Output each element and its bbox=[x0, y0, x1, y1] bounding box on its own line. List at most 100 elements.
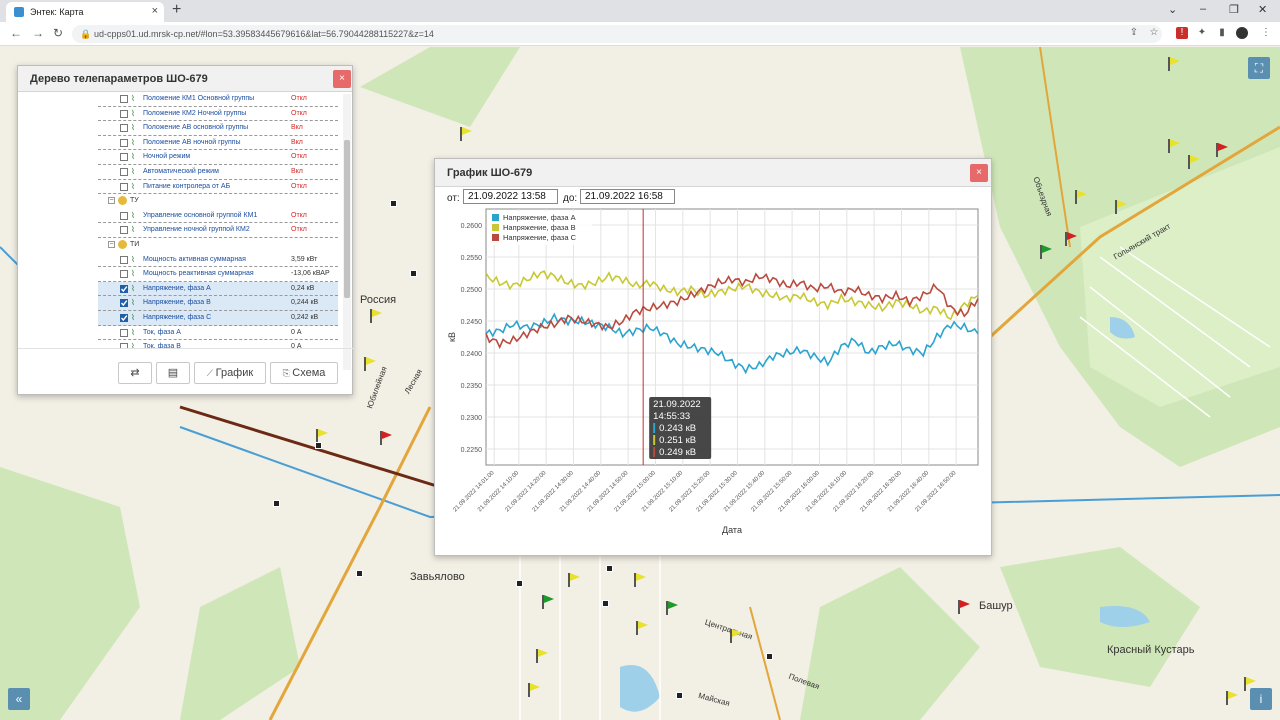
collapse-sidebar-button[interactable]: « bbox=[8, 688, 30, 710]
flag-yellow-icon[interactable] bbox=[1075, 190, 1087, 204]
tree-item-checkbox[interactable] bbox=[120, 328, 128, 337]
collapse-toggle-icon[interactable]: − bbox=[108, 240, 115, 248]
side-panel-icon[interactable]: ▮ bbox=[1216, 27, 1228, 39]
tree-item-checkbox[interactable] bbox=[120, 109, 128, 118]
substation-icon[interactable] bbox=[602, 600, 609, 607]
browser-tab[interactable]: Энтек: Карта × bbox=[6, 2, 164, 22]
tab-search-icon[interactable]: ⌄ bbox=[1168, 3, 1177, 16]
minimize-icon[interactable]: – bbox=[1200, 3, 1206, 15]
flag-yellow-icon[interactable] bbox=[460, 127, 472, 141]
forward-icon[interactable]: → bbox=[32, 26, 44, 40]
flag-yellow-icon[interactable] bbox=[364, 357, 376, 371]
chart-button[interactable]: ⟋ График bbox=[194, 362, 266, 384]
address-bar[interactable]: 🔒 ud-cpps01.ud.mrsk-cp.net/#lon=53.39583… bbox=[72, 25, 1162, 43]
print-button[interactable]: ▤ bbox=[156, 362, 190, 384]
tree-panel-header[interactable]: Дерево телепараметров ШО-679 bbox=[18, 66, 352, 92]
tree-item-checkbox[interactable] bbox=[120, 153, 128, 162]
tree-item[interactable]: ⌇ Мощность реактивная суммарная -13,06 кВА… bbox=[98, 267, 338, 282]
flag-green-icon[interactable] bbox=[666, 601, 678, 615]
flag-green-icon[interactable] bbox=[1040, 245, 1052, 259]
tree-item[interactable]: ⌇ Напряжение, фаза С 0,242 кВ bbox=[98, 310, 338, 326]
from-date-input[interactable]: 21.09.2022 13:58 bbox=[463, 189, 558, 204]
substation-icon[interactable] bbox=[516, 580, 523, 587]
tree-item[interactable]: ⌇ Автоматический режим Вкл bbox=[98, 165, 338, 180]
profile-avatar[interactable] bbox=[1236, 27, 1248, 39]
menu-dots-icon[interactable]: ⋮ bbox=[1260, 27, 1272, 39]
reload-icon[interactable]: ↻ bbox=[53, 26, 63, 40]
share-icon[interactable]: ⇪ bbox=[1128, 27, 1140, 39]
info-button[interactable]: i bbox=[1250, 688, 1272, 710]
substation-icon[interactable] bbox=[410, 270, 417, 277]
tree-scrollbar[interactable] bbox=[343, 94, 351, 370]
extensions-puzzle-icon[interactable]: ✦ bbox=[1196, 27, 1208, 39]
tree-item[interactable]: ⌇ Положение КМ2 Ночной группы Откл bbox=[98, 107, 338, 122]
tree-item[interactable]: ⌇ Управление основной группой КМ1 Откл bbox=[98, 209, 338, 224]
bookmark-star-icon[interactable]: ☆ bbox=[1148, 27, 1160, 39]
tree-item[interactable]: ⌇ Ночной режим Откл bbox=[98, 150, 338, 165]
flag-yellow-icon[interactable] bbox=[528, 683, 540, 697]
extension-badge-icon[interactable]: ! bbox=[1176, 27, 1188, 39]
substation-icon[interactable] bbox=[315, 442, 322, 449]
flag-yellow-icon[interactable] bbox=[316, 429, 328, 443]
tree-item[interactable]: ⌇ Положение АВ ночной группы Вкл bbox=[98, 136, 338, 151]
flag-red-icon[interactable] bbox=[1065, 232, 1077, 246]
tree-item-checkbox[interactable] bbox=[120, 226, 128, 235]
flag-yellow-icon[interactable] bbox=[730, 629, 742, 643]
substation-icon[interactable] bbox=[676, 692, 683, 699]
tree-panel-close-button[interactable]: × bbox=[333, 70, 351, 88]
tree-item-checkbox[interactable] bbox=[120, 167, 128, 176]
flag-yellow-icon[interactable] bbox=[636, 621, 648, 635]
flag-yellow-icon[interactable] bbox=[1168, 139, 1180, 153]
tree-item-checkbox[interactable] bbox=[120, 255, 128, 264]
tree-item-checkbox[interactable] bbox=[120, 124, 128, 133]
window-close-icon[interactable]: ✕ bbox=[1258, 3, 1267, 16]
flag-yellow-icon[interactable] bbox=[536, 649, 548, 663]
tree-item[interactable]: ⌇ Питание контролера от АБ Откл bbox=[98, 180, 338, 195]
tree-group[interactable]: − ТИ bbox=[98, 238, 338, 253]
new-tab-button[interactable]: + bbox=[172, 1, 181, 19]
tree-item[interactable]: ⌇ Управление ночной группой КМ2 Откл bbox=[98, 223, 338, 238]
tree-item[interactable]: ⌇ Положение АВ основной группы Вкл bbox=[98, 121, 338, 136]
tree-item-checkbox[interactable] bbox=[120, 270, 128, 279]
flag-yellow-icon[interactable] bbox=[568, 573, 580, 587]
substation-icon[interactable] bbox=[356, 570, 363, 577]
flag-red-icon[interactable] bbox=[958, 600, 970, 614]
substation-icon[interactable] bbox=[273, 500, 280, 507]
tree-item-checkbox[interactable] bbox=[120, 284, 128, 293]
tree-item[interactable]: ⌇ Положение КМ1 Основной группы Откл bbox=[98, 92, 338, 107]
chart-panel-header[interactable]: График ШО-679 bbox=[435, 159, 991, 187]
chart-panel-close-button[interactable]: × bbox=[970, 164, 988, 182]
back-icon[interactable]: ← bbox=[10, 26, 22, 40]
restore-icon[interactable]: ❐ bbox=[1229, 3, 1239, 16]
flag-yellow-icon[interactable] bbox=[370, 309, 382, 323]
voltage-chart[interactable]: 0.2250 0.2300 0.2350 0.2400 0.2450 0.2500 0.25… bbox=[435, 205, 991, 555]
flag-yellow-icon[interactable] bbox=[1168, 57, 1180, 71]
flag-red-icon[interactable] bbox=[1216, 143, 1228, 157]
substation-icon[interactable] bbox=[766, 653, 773, 660]
tree-item-checkbox[interactable] bbox=[120, 138, 128, 147]
tree-item[interactable]: ⌇ Ток, фаза А 0 А bbox=[98, 326, 338, 341]
flag-green-icon[interactable] bbox=[542, 595, 554, 609]
tree-scrollbar-thumb[interactable] bbox=[344, 140, 350, 298]
tree-item-checkbox[interactable] bbox=[120, 211, 128, 220]
flag-red-icon[interactable] bbox=[380, 431, 392, 445]
tab-close-icon[interactable]: × bbox=[152, 5, 158, 17]
tree-item[interactable]: ⌇ Напряжение, фаза В 0,244 кВ bbox=[98, 296, 338, 311]
substation-icon[interactable] bbox=[390, 200, 397, 207]
scheme-button[interactable]: ⎘ Схема bbox=[270, 362, 338, 384]
tree-item[interactable]: ⌇ Ток, фаза В0 А bbox=[98, 340, 338, 348]
tree-group[interactable]: − ТУ bbox=[98, 194, 338, 209]
flag-yellow-icon[interactable] bbox=[1115, 200, 1127, 214]
tree-item-checkbox[interactable] bbox=[120, 182, 128, 191]
refresh-button[interactable]: ⇄ bbox=[118, 362, 152, 384]
flag-yellow-icon[interactable] bbox=[634, 573, 646, 587]
substation-icon[interactable] bbox=[606, 565, 613, 572]
tree-item[interactable]: ⌇ Напряжение, фаза А 0,24 кВ bbox=[98, 281, 338, 297]
tree-item-checkbox[interactable] bbox=[120, 95, 128, 103]
collapse-toggle-icon[interactable]: − bbox=[108, 197, 115, 205]
fullscreen-button[interactable]: ⛶ bbox=[1248, 57, 1270, 79]
tree-item-checkbox[interactable] bbox=[120, 299, 128, 308]
flag-yellow-icon[interactable] bbox=[1188, 155, 1200, 169]
flag-yellow-icon[interactable] bbox=[1226, 691, 1238, 705]
tree-item[interactable]: ⌇ Мощность активная суммарная 3,59 кВт bbox=[98, 253, 338, 268]
